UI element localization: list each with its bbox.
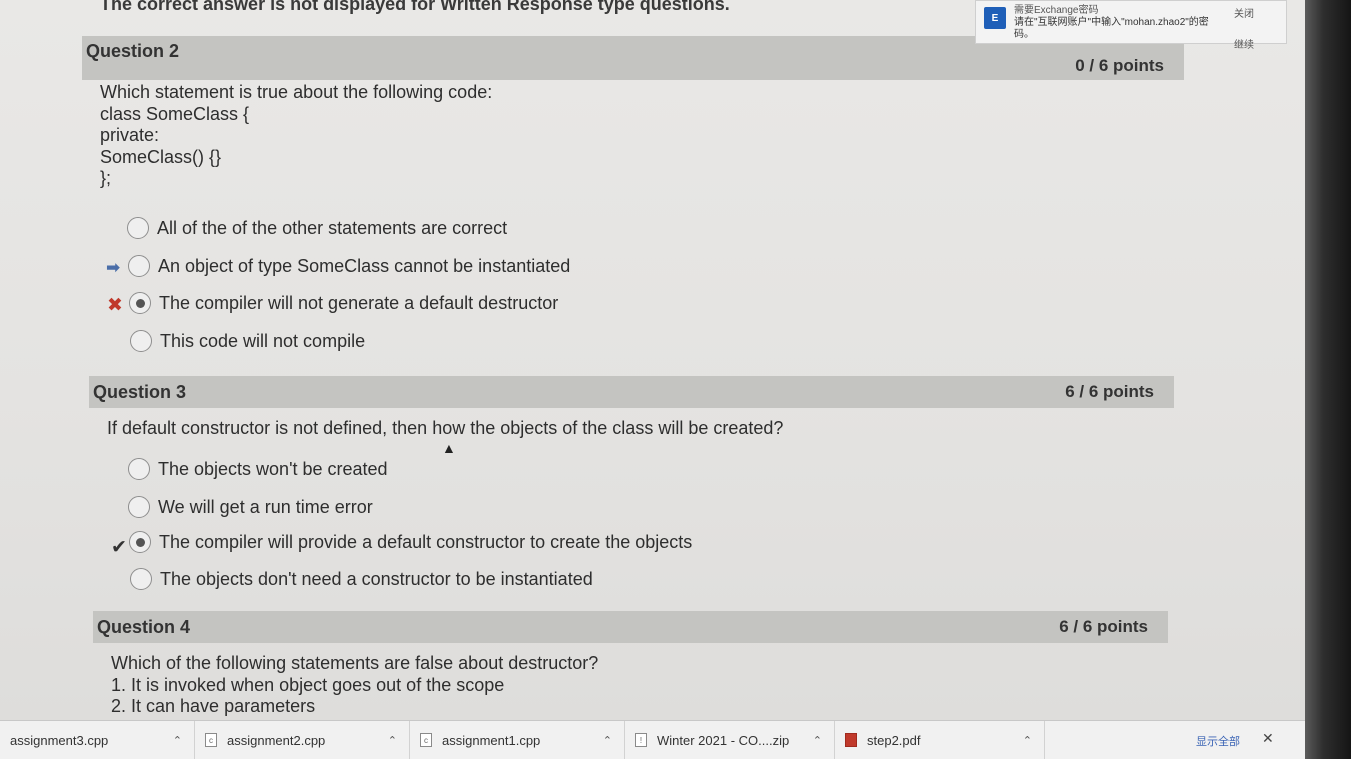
downloads-bar: assignment3.cpp ⌃ c assignment2.cpp ⌃ c … [0, 720, 1305, 759]
close-icon[interactable]: ✕ [1262, 730, 1274, 747]
option-label: The compiler will provide a default cons… [159, 531, 693, 552]
radio-button-selected[interactable] [129, 292, 151, 314]
exchange-password-notification: E 需要Exchange密码 请在"互联网账户"中输入"mohan.zhao2"… [975, 0, 1287, 51]
download-item[interactable]: ! Winter 2021 - CO....zip ⌃ [625, 721, 835, 759]
option-label: All of the of the other statements are c… [157, 217, 508, 238]
question-2-line: SomeClass() {} [100, 146, 222, 167]
incorrect-cross-icon: ✖ [107, 295, 123, 316]
radio-button[interactable] [128, 496, 150, 518]
notification-title: 需要Exchange密码 [1014, 5, 1099, 16]
download-item[interactable]: step2.pdf ⌃ [835, 721, 1045, 759]
show-all-downloads-link[interactable]: 显示全部 [1196, 733, 1240, 749]
option-label: The objects don't need a constructor to … [160, 568, 593, 589]
chevron-up-icon[interactable]: ⌃ [388, 734, 397, 747]
radio-button[interactable] [127, 217, 149, 239]
chevron-up-icon[interactable]: ⌃ [1023, 734, 1032, 747]
question-2-points: 0 / 6 points [1075, 56, 1164, 75]
correct-check-icon: ✔ [111, 537, 127, 558]
option-label: This code will not compile [160, 330, 366, 351]
q2-option-1[interactable]: All of the of the other statements are c… [127, 217, 507, 239]
q2-option-3[interactable]: The compiler will not generate a default… [129, 292, 558, 314]
question-3-text: If default constructor is not defined, t… [107, 418, 784, 438]
question-3-header: Question 3 6 / 6 points [89, 376, 1174, 408]
download-name: assignment2.cpp [227, 732, 326, 748]
radio-button[interactable] [130, 330, 152, 352]
question-4-line: Which of the following statements are fa… [111, 653, 599, 673]
radio-button[interactable] [130, 568, 152, 590]
question-2-line: class SomeClass { [100, 103, 250, 124]
option-label: An object of type SomeClass cannot be in… [158, 255, 571, 276]
q3-option-3[interactable]: The compiler will provide a default cons… [129, 531, 692, 553]
exchange-icon: E [984, 7, 1006, 29]
chevron-up-icon[interactable]: ⌃ [173, 734, 182, 747]
q3-option-4[interactable]: The objects don't need a constructor to … [130, 568, 593, 590]
download-name: Winter 2021 - CO....zip [657, 732, 790, 748]
q3-option-1[interactable]: The objects won't be created [128, 458, 388, 480]
download-item[interactable]: c assignment1.cpp ⌃ [410, 721, 625, 759]
q2-option-4[interactable]: This code will not compile [130, 330, 365, 352]
file-icon: c [205, 733, 217, 747]
download-name: step2.pdf [867, 732, 921, 748]
q2-option-2[interactable]: An object of type SomeClass cannot be in… [128, 255, 570, 277]
question-3-points: 6 / 6 points [1065, 382, 1154, 401]
notification-continue-button[interactable]: 继续 [1234, 36, 1254, 51]
download-name: assignment1.cpp [442, 732, 541, 748]
screen-bezel [1305, 0, 1351, 759]
notification-close-button[interactable]: 关闭 [1234, 5, 1254, 20]
download-name: assignment3.cpp [10, 732, 109, 748]
radio-button[interactable] [128, 458, 150, 480]
question-4-header: Question 4 6 / 6 points [93, 611, 1168, 643]
question-4-title: Question 4 [97, 616, 191, 637]
zip-icon: ! [635, 733, 647, 747]
download-item[interactable]: assignment3.cpp ⌃ [0, 721, 195, 759]
question-3-title: Question 3 [93, 381, 187, 402]
mouse-cursor-icon: ▲ [442, 440, 456, 456]
download-item[interactable]: c assignment2.cpp ⌃ [195, 721, 410, 759]
radio-button[interactable] [128, 255, 150, 277]
correct-answer-arrow-icon: ➡ [106, 258, 121, 277]
chevron-up-icon[interactable]: ⌃ [603, 734, 612, 747]
question-2-text: Which statement is true about the follow… [100, 82, 492, 190]
question-2-line: Which statement is true about the follow… [100, 82, 493, 102]
option-label: We will get a run time error [158, 496, 373, 517]
notification-message: 请在"互联网账户"中输入"mohan.zhao2"的密码。 [1014, 17, 1209, 40]
answer-display-note: The correct answer is not displayed for … [100, 0, 730, 14]
question-2-line: private: [100, 125, 160, 145]
question-4-text: Which of the following statements are fa… [111, 653, 598, 718]
option-label: The objects won't be created [158, 458, 388, 479]
q3-option-2[interactable]: We will get a run time error [128, 496, 373, 518]
question-2-title: Question 2 [86, 41, 180, 61]
question-4-points: 6 / 6 points [1059, 617, 1148, 636]
quiz-page: The correct answer is not displayed for … [0, 0, 1305, 720]
pdf-icon [845, 733, 857, 747]
radio-button-selected[interactable] [129, 531, 151, 553]
file-icon: c [420, 733, 432, 747]
question-2-line: }; [100, 168, 112, 188]
question-4-line: 2. It can have parameters [111, 696, 316, 716]
option-label: The compiler will not generate a default… [159, 292, 559, 313]
question-4-line: 1. It is invoked when object goes out of… [111, 674, 505, 695]
chevron-up-icon[interactable]: ⌃ [813, 734, 822, 747]
